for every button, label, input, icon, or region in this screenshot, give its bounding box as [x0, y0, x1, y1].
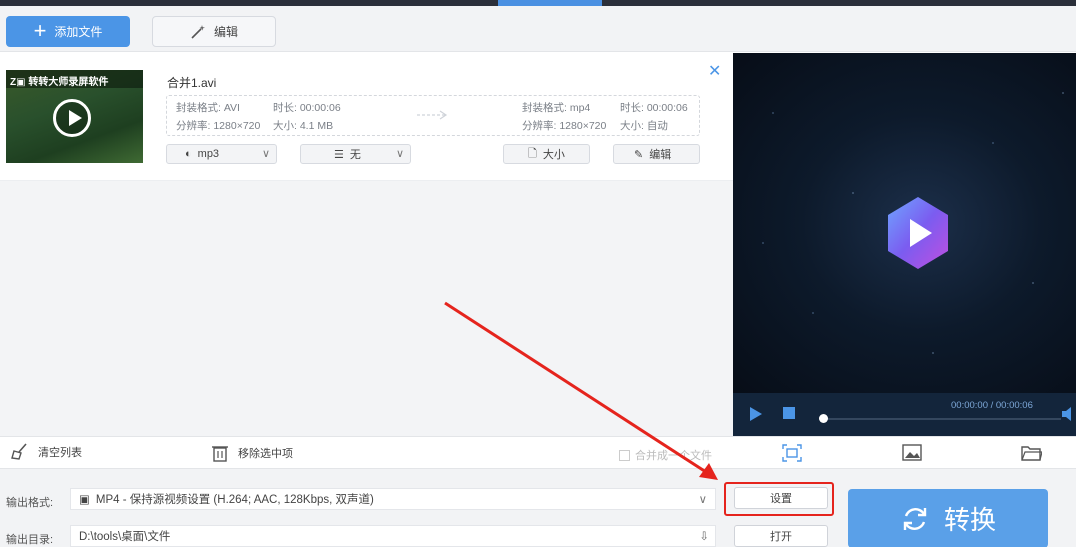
- open-button[interactable]: 打开: [734, 525, 828, 547]
- clear-list-label: 清空列表: [38, 447, 82, 459]
- annotation-highlight-box: [724, 482, 834, 516]
- playback-bar: 00:00:00 / 00:00:06: [733, 393, 1076, 436]
- size-button[interactable]: 🗋 大小: [503, 144, 590, 164]
- playback-time: 00:00:00 / 00:00:06: [951, 400, 1033, 411]
- merge-checkbox[interactable]: 合并成一个文件: [619, 447, 712, 463]
- output-dir-value: D:\tools\桌面\文件: [79, 531, 171, 543]
- source-duration: 时长: 00:00:06: [273, 102, 341, 114]
- progress-track[interactable]: [819, 418, 1061, 420]
- plus-icon: +: [33, 17, 47, 43]
- size-button-label: 大小: [542, 149, 565, 161]
- output-format-label: 输出格式:: [6, 497, 54, 509]
- subtitle-icon: ☰: [334, 148, 344, 161]
- magic-wand-icon: [191, 24, 205, 39]
- output-dir-label: 输出目录:: [6, 534, 54, 546]
- remove-selected-label: 移除选中项: [238, 448, 293, 460]
- file-name: 合并1.avi: [167, 76, 217, 90]
- download-folder-icon[interactable]: ⇩: [699, 529, 709, 543]
- merge-label: 合并成一个文件: [635, 450, 712, 462]
- chevron-down-icon: ∨: [261, 148, 270, 160]
- trash-icon: [212, 446, 228, 462]
- close-icon[interactable]: ✕: [708, 61, 721, 81]
- play-icon[interactable]: [53, 99, 91, 137]
- stop-icon[interactable]: [783, 407, 795, 419]
- preview-tools: [733, 436, 1076, 468]
- target-duration: 时长: 00:00:06: [620, 102, 688, 114]
- chevron-down-icon: ∨: [395, 148, 404, 160]
- target-size: 大小: 自动: [620, 120, 668, 132]
- progress-handle[interactable]: [819, 414, 828, 423]
- target-format: 封装格式: mp4: [522, 102, 591, 114]
- convert-button[interactable]: 转换: [848, 489, 1048, 547]
- add-file-label: 添加文件: [54, 25, 103, 39]
- clear-list-button[interactable]: 清空列表: [10, 443, 82, 461]
- add-file-button[interactable]: + 添加文件: [6, 16, 130, 47]
- file-list: Z▣ 转转大师录屏软件 合并1.avi ✕ 封装格式: AVI 时长: 00:0…: [0, 53, 733, 436]
- output-format-value: MP4 - 保持源视频设置 (H.264; AAC, 128Kbps, 双声道): [95, 494, 374, 506]
- play-icon[interactable]: [750, 407, 762, 421]
- file-list-item[interactable]: Z▣ 转转大师录屏软件 合并1.avi ✕ 封装格式: AVI 时长: 00:0…: [0, 53, 733, 181]
- source-resolution: 分辨率: 1280×720: [176, 120, 261, 132]
- video-file-icon: ▣: [79, 494, 90, 506]
- refresh-icon: [903, 507, 927, 530]
- app-logo-icon: [888, 197, 948, 269]
- source-size: 大小: 4.1 MB: [273, 120, 334, 132]
- folder-icon[interactable]: [1020, 443, 1042, 463]
- file-icon: 🗋: [528, 147, 537, 160]
- item-edit-button[interactable]: ✎ 编辑: [613, 144, 700, 164]
- video-preview[interactable]: [733, 53, 1076, 393]
- audio-icon: ◐: [185, 148, 192, 160]
- subtitle-select-value: 无: [349, 149, 361, 161]
- fullscreen-icon[interactable]: [781, 443, 803, 463]
- volume-icon[interactable]: [1061, 406, 1076, 422]
- video-thumbnail[interactable]: Z▣ 转转大师录屏软件: [6, 70, 143, 163]
- edit-button[interactable]: 编辑: [152, 16, 276, 47]
- toolbar: + 添加文件 编辑: [0, 6, 1076, 52]
- open-button-label: 打开: [770, 531, 792, 543]
- item-edit-label: 编辑: [649, 149, 672, 161]
- arrow-right-icon: [417, 110, 448, 120]
- edit-label: 编辑: [213, 25, 238, 39]
- output-format-select[interactable]: ▣ MP4 - 保持源视频设置 (H.264; AAC, 128Kbps, 双声…: [70, 488, 716, 510]
- remove-selected-button[interactable]: 移除选中项: [210, 443, 293, 463]
- audio-select-value: mp3: [197, 148, 220, 160]
- thumbnail-title: Z▣ 转转大师录屏软件: [6, 70, 143, 88]
- target-resolution: 分辨率: 1280×720: [522, 120, 607, 132]
- convert-button-label: 转换: [943, 505, 996, 535]
- screenshot-icon[interactable]: [901, 443, 923, 463]
- list-action-bar: 清空列表 移除选中项 合并成一个文件: [0, 436, 733, 468]
- subtitle-select[interactable]: ☰ 无 ∨: [300, 144, 411, 164]
- chevron-down-icon: ∨: [698, 494, 707, 506]
- output-dir-field[interactable]: D:\tools\桌面\文件 ⇩: [70, 525, 716, 547]
- audio-select[interactable]: ◐ mp3 ∨: [166, 144, 277, 164]
- broom-icon: [11, 443, 27, 460]
- magic-wand-icon: ✎: [634, 148, 644, 161]
- source-format: 封装格式: AVI: [176, 102, 240, 114]
- output-panel: 输出格式: ▣ MP4 - 保持源视频设置 (H.264; AAC, 128Kb…: [0, 468, 1076, 547]
